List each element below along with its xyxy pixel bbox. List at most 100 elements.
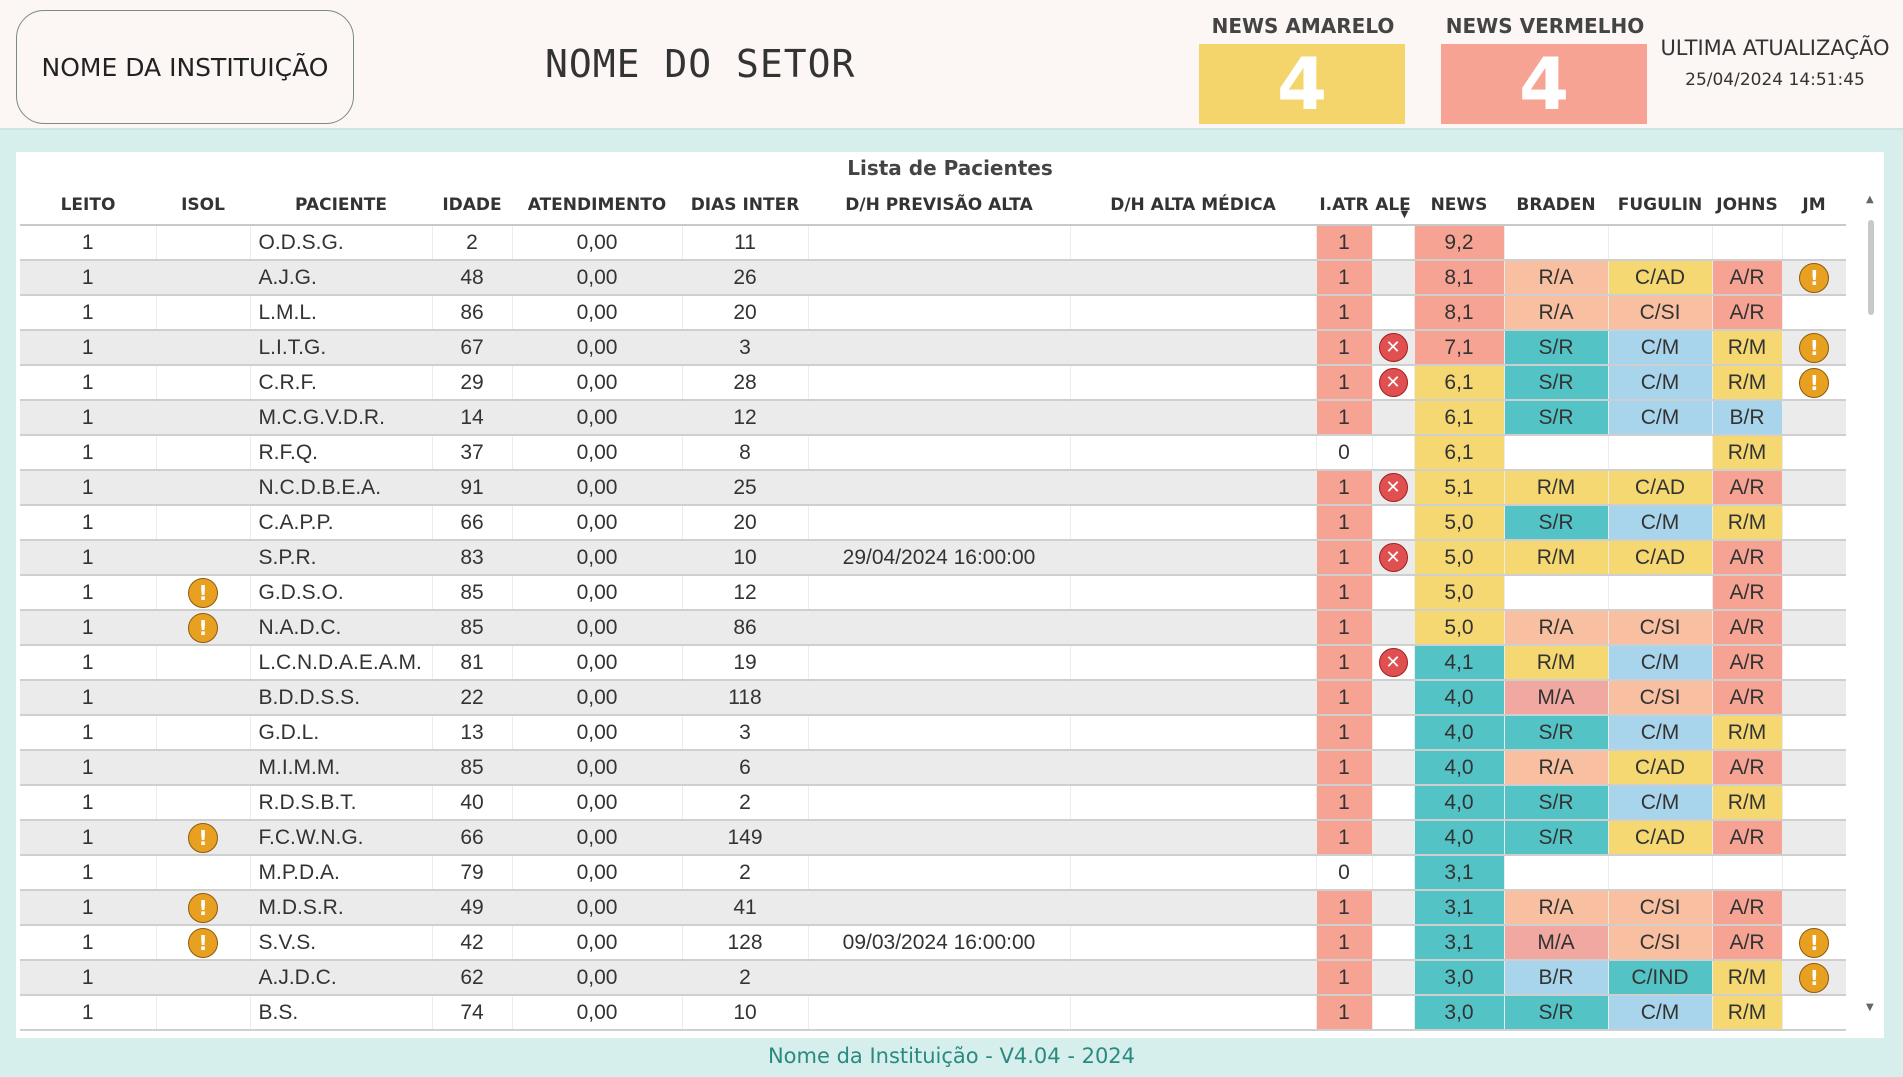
- cell-leito: 1: [20, 505, 156, 541]
- cell-paciente: S.P.R.: [249, 540, 432, 576]
- cell-alta-medica: [1069, 680, 1316, 716]
- cell-previsao-alta: [807, 295, 1070, 331]
- cell-jm: !: [1781, 365, 1846, 401]
- table-row[interactable]: 1 N.C.D.B.E.A. 91 0,00 25 1 ✕ 5,1 R/M C/AD A/R: [20, 470, 1846, 506]
- col-header-leito[interactable]: LEITO: [20, 186, 156, 226]
- col-header-johns[interactable]: JOHNS: [1712, 186, 1782, 226]
- cell-dias-inter: 3: [681, 715, 808, 751]
- cell-atendimento: 0,00: [511, 330, 682, 366]
- table-row[interactable]: 1 R.D.S.B.T. 40 0,00 2 1 4,0 S/R C/M R/M: [20, 785, 1846, 821]
- cell-previsao-alta: [807, 505, 1070, 541]
- table-body: 1 O.D.S.G. 2 0,00 11 1 9,2 1 A.J.G. 48 0,00 26 1 8,1 R…: [20, 225, 1846, 1031]
- cell-news: 8,1: [1413, 260, 1504, 296]
- table-row[interactable]: 1 L.C.N.D.A.E.A.M. 81 0,00 19 1 ✕ 4,1 R/M C/M A/R: [20, 645, 1846, 681]
- cell-iatr: 1: [1315, 400, 1372, 436]
- cell-ale: [1371, 750, 1414, 786]
- cell-dias-inter: 25: [681, 470, 808, 506]
- cell-news: 8,1: [1413, 295, 1504, 331]
- cell-leito: 1: [20, 610, 156, 646]
- table-row[interactable]: 1 L.M.L. 86 0,00 20 1 8,1 R/A C/SI A/R: [20, 295, 1846, 331]
- cell-braden: S/R: [1503, 505, 1608, 541]
- scroll-up-icon[interactable]: ▲: [1866, 194, 1874, 205]
- cell-jm: [1781, 995, 1846, 1031]
- cell-braden: S/R: [1503, 995, 1608, 1031]
- cell-braden: S/R: [1503, 365, 1608, 401]
- cell-leito: 1: [20, 995, 156, 1031]
- table-row[interactable]: 1! N.A.D.C. 85 0,00 86 1 5,0 R/A C/SI A/R: [20, 610, 1846, 646]
- cell-johns: A/R: [1711, 820, 1782, 856]
- col-header-news[interactable]: ▼ NEWS: [1401, 186, 1504, 226]
- vertical-scrollbar[interactable]: ▲ ▼: [1864, 194, 1878, 1024]
- cell-previsao-alta: [807, 750, 1070, 786]
- table-row[interactable]: 1 B.D.D.S.S. 22 0,00 118 1 4,0 M/A C/SI A/R: [20, 680, 1846, 716]
- institution-label: NOME DA INSTITUIÇÃO: [41, 52, 329, 82]
- cell-atendimento: 0,00: [511, 680, 682, 716]
- cell-alta-medica: [1069, 400, 1316, 436]
- col-header-dias-inter[interactable]: DIAS INTER: [682, 186, 808, 226]
- table-row[interactable]: 1 B.S. 74 0,00 10 1 3,0 S/R C/M R/M: [20, 995, 1846, 1031]
- table-row[interactable]: 1! G.D.S.O. 85 0,00 12 1 5,0 A/R: [20, 575, 1846, 611]
- table-row[interactable]: 1! S.V.S. 42 0,00 128 09/03/2024 16:00:00 1 3,1…: [20, 925, 1846, 961]
- table-row[interactable]: 1 R.F.Q. 37 0,00 8 0 6,1 R/M: [20, 435, 1846, 471]
- cell-jm: !: [1781, 960, 1846, 996]
- table-row[interactable]: 1 A.J.D.C. 62 0,00 2 1 3,0 B/R C/IND R/M!: [20, 960, 1846, 996]
- table-row[interactable]: 1 G.D.L. 13 0,00 3 1 4,0 S/R C/M R/M: [20, 715, 1846, 751]
- sort-desc-icon: ▼: [1400, 209, 1409, 220]
- table-row[interactable]: 1 O.D.S.G. 2 0,00 11 1 9,2: [20, 225, 1846, 261]
- cell-jm: [1781, 645, 1846, 681]
- cell-braden: M/A: [1503, 680, 1608, 716]
- cell-atendimento: 0,00: [511, 995, 682, 1031]
- cell-previsao-alta: [807, 225, 1070, 261]
- cell-ale: [1371, 575, 1414, 611]
- cell-ale: [1371, 400, 1414, 436]
- cell-leito: 1: [20, 925, 156, 961]
- table-row[interactable]: 1 M.I.M.M. 85 0,00 6 1 4,0 R/A C/AD A/R: [20, 750, 1846, 786]
- cell-isol: !: [155, 575, 250, 611]
- cell-jm: [1781, 890, 1846, 926]
- col-header-previsao-alta[interactable]: D/H PREVISÃO ALTA: [808, 186, 1070, 226]
- cell-jm: [1781, 505, 1846, 541]
- warning-icon: !: [1799, 262, 1830, 293]
- cell-leito: 1: [20, 295, 156, 331]
- table-row[interactable]: 1 A.J.G. 48 0,00 26 1 8,1 R/A C/AD A/R!: [20, 260, 1846, 296]
- table-row[interactable]: 1! F.C.W.N.G. 66 0,00 149 1 4,0 S/R C/AD A/R: [20, 820, 1846, 856]
- cell-dias-inter: 19: [681, 645, 808, 681]
- cell-alta-medica: [1069, 365, 1316, 401]
- cell-previsao-alta: [807, 470, 1070, 506]
- table-row[interactable]: 1 C.R.F. 29 0,00 28 1 ✕ 6,1 S/R C/M R/M!: [20, 365, 1846, 401]
- col-header-alta-medica[interactable]: D/H ALTA MÉDICA: [1070, 186, 1316, 226]
- col-header-isol[interactable]: ISOL: [156, 186, 250, 226]
- col-header-paciente[interactable]: PACIENTE: [250, 186, 432, 226]
- cell-idade: 37: [431, 435, 512, 471]
- table-row[interactable]: 1 M.P.D.A. 79 0,00 2 0 3,1: [20, 855, 1846, 891]
- col-header-atendimento[interactable]: ATENDIMENTO: [512, 186, 682, 226]
- table-row[interactable]: 1 M.C.G.V.D.R. 14 0,00 12 1 6,1 S/R C/M B/R: [20, 400, 1846, 436]
- col-header-braden[interactable]: BRADEN: [1504, 186, 1608, 226]
- table-row[interactable]: 1 C.A.P.P. 66 0,00 20 1 5,0 S/R C/M R/M: [20, 505, 1846, 541]
- cell-previsao-alta: 29/04/2024 16:00:00: [807, 540, 1070, 576]
- cell-braden: [1503, 575, 1608, 611]
- cell-leito: 1: [20, 960, 156, 996]
- cell-previsao-alta: [807, 995, 1070, 1031]
- cell-atendimento: 0,00: [511, 365, 682, 401]
- cell-alta-medica: [1069, 260, 1316, 296]
- cell-dias-inter: 118: [681, 680, 808, 716]
- cell-johns: A/R: [1711, 890, 1782, 926]
- scroll-down-icon[interactable]: ▼: [1866, 1002, 1874, 1013]
- cell-iatr: 1: [1315, 995, 1372, 1031]
- cell-fugulin: C/M: [1607, 365, 1712, 401]
- col-header-iatr[interactable]: I.ATR: [1316, 186, 1372, 226]
- last-update-value: 25/04/2024 14:51:45: [1685, 70, 1865, 90]
- cell-jm: [1781, 855, 1846, 891]
- col-header-fugulin[interactable]: FUGULIN: [1608, 186, 1712, 226]
- cell-leito: 1: [20, 260, 156, 296]
- col-header-jm[interactable]: JM: [1782, 186, 1846, 226]
- cell-atendimento: 0,00: [511, 505, 682, 541]
- table-row[interactable]: 1 L.I.T.G. 67 0,00 3 1 ✕ 7,1 S/R C/M R/M!: [20, 330, 1846, 366]
- table-row[interactable]: 1 S.P.R. 83 0,00 10 29/04/2024 16:00:00 1 ✕ 5,0 R…: [20, 540, 1846, 576]
- scroll-thumb[interactable]: [1868, 220, 1874, 315]
- cell-fugulin: C/M: [1607, 715, 1712, 751]
- col-header-idade[interactable]: IDADE: [432, 186, 512, 226]
- cell-idade: 40: [431, 785, 512, 821]
- table-row[interactable]: 1! M.D.S.R. 49 0,00 41 1 3,1 R/A C/SI A/R: [20, 890, 1846, 926]
